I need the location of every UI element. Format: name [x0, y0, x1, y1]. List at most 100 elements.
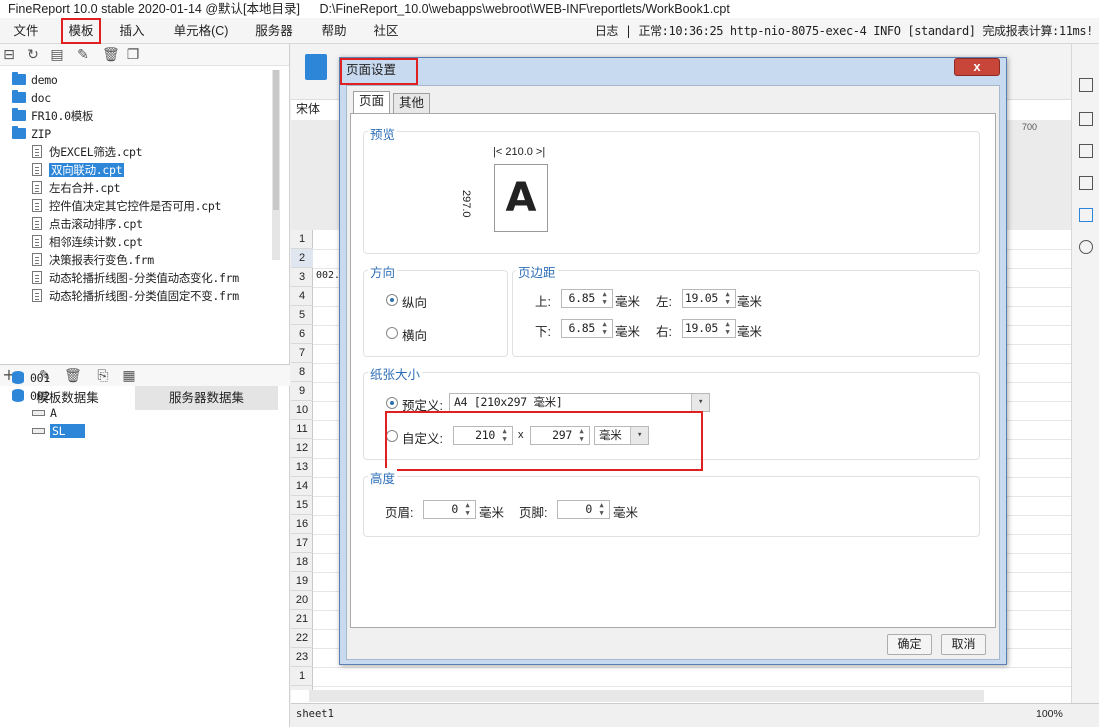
- cell-b2[interactable]: 002.: [316, 270, 340, 281]
- refresh-icon[interactable]: ↻: [26, 48, 40, 62]
- landscape-radio[interactable]: [386, 327, 398, 339]
- tree-file[interactable]: 点击滚动排序.cpt: [32, 215, 143, 233]
- tree-file[interactable]: 相邻连续计数.cpt: [32, 233, 143, 251]
- log-status[interactable]: 日志 | 正常:10:36:25 http-nio-8075-exec-4 IN…: [595, 18, 1094, 44]
- row-number[interactable]: 1: [291, 667, 313, 686]
- row-number[interactable]: 13: [291, 458, 313, 477]
- menu-template[interactable]: 模板: [61, 18, 101, 44]
- menu-community[interactable]: 社区: [366, 18, 406, 44]
- tree-file[interactable]: 控件值决定其它控件是否可用.cpt: [32, 197, 221, 215]
- report-icon[interactable]: [305, 54, 327, 80]
- row-number[interactable]: 17: [291, 534, 313, 553]
- bottom-margin-input[interactable]: 6.85 ▲ ▼: [561, 319, 613, 338]
- tree-file[interactable]: 双向联动.cpt: [32, 161, 125, 179]
- row-number[interactable]: 7: [291, 344, 313, 363]
- spinner-arrows-icon[interactable]: ▲ ▼: [598, 290, 611, 307]
- font-family-combo[interactable]: 宋体: [296, 100, 332, 118]
- menu-server[interactable]: 服务器: [250, 18, 298, 44]
- dataset-field[interactable]: A: [32, 404, 57, 422]
- tab-server-datasets[interactable]: 服务器数据集: [135, 386, 278, 410]
- cell-attribute-icon[interactable]: [1079, 78, 1093, 92]
- row-number[interactable]: 10: [291, 401, 313, 420]
- widget-icon[interactable]: [1079, 144, 1093, 158]
- row-number[interactable]: 1: [291, 230, 313, 249]
- spinner-arrows-icon[interactable]: ▲ ▼: [461, 501, 474, 518]
- tree-file[interactable]: 左右合并.cpt: [32, 179, 121, 197]
- row-number[interactable]: 23: [291, 648, 313, 667]
- row-number[interactable]: 21: [291, 610, 313, 629]
- row-number[interactable]: 15: [291, 496, 313, 515]
- cancel-button[interactable]: 取消: [941, 634, 986, 655]
- tree-scrollbar[interactable]: [272, 70, 280, 260]
- open-icon[interactable]: ▤: [50, 48, 64, 62]
- row-number[interactable]: 3: [291, 268, 313, 287]
- preview-icon[interactable]: ⎘: [96, 369, 110, 383]
- tree-folder[interactable]: FR10.0模板: [12, 107, 93, 125]
- hyperlink-icon[interactable]: [1079, 240, 1093, 254]
- row-number[interactable]: 9: [291, 382, 313, 401]
- tree-folder[interactable]: doc: [12, 89, 51, 107]
- tree-file[interactable]: 动态轮播折线图-分类值固定不变.frm: [32, 287, 239, 305]
- file-icon: [32, 181, 42, 194]
- element-icon[interactable]: [1079, 208, 1093, 222]
- left-margin-input[interactable]: 19.05 ▲ ▼: [682, 289, 736, 308]
- right-margin-input[interactable]: 19.05 ▲ ▼: [682, 319, 736, 338]
- row-number[interactable]: 14: [291, 477, 313, 496]
- paper-preset-select[interactable]: A4 [210x297 毫米] ▾: [449, 393, 710, 412]
- unit-label: 毫米: [615, 295, 641, 309]
- menu-file[interactable]: 文件: [6, 18, 46, 44]
- row-number[interactable]: 2: [291, 249, 313, 268]
- dataset-item[interactable]: 001: [12, 369, 50, 387]
- edit-icon[interactable]: ✎: [76, 48, 90, 62]
- dataset-field[interactable]: SL: [32, 422, 86, 440]
- spinner-arrows-icon[interactable]: ▲ ▼: [721, 290, 734, 307]
- portrait-radio[interactable]: [386, 294, 398, 306]
- collapse-icon[interactable]: ⊟: [2, 48, 16, 62]
- condition-icon[interactable]: [1079, 176, 1093, 190]
- dialog-close-button[interactable]: x: [954, 58, 1000, 76]
- row-number[interactable]: 5: [291, 306, 313, 325]
- tree-folder[interactable]: demo: [12, 71, 58, 89]
- delete-icon[interactable]: 🗑: [64, 369, 82, 383]
- row-number[interactable]: 6: [291, 325, 313, 344]
- right-margin-label: 右:: [656, 325, 672, 339]
- row-number[interactable]: 16: [291, 515, 313, 534]
- server-dataset-icon[interactable]: ▦: [122, 369, 136, 383]
- top-margin-input[interactable]: 6.85 ▲ ▼: [561, 289, 613, 308]
- horizontal-scrollbar[interactable]: [309, 690, 984, 702]
- tab-other[interactable]: 其他: [393, 93, 431, 114]
- preview-group: [363, 131, 980, 254]
- row-number[interactable]: 20: [291, 591, 313, 610]
- tree-file[interactable]: 决策报表行变色.frm: [32, 251, 154, 269]
- sheet-tab[interactable]: sheet1: [296, 705, 334, 723]
- row-number[interactable]: 19: [291, 572, 313, 591]
- scroll-thumb[interactable]: [273, 70, 279, 210]
- header-height-input[interactable]: 0 ▲ ▼: [423, 500, 476, 519]
- tree-file[interactable]: 动态轮播折线图-分类值动态变化.frm: [32, 269, 239, 287]
- row-number[interactable]: 11: [291, 420, 313, 439]
- ok-button[interactable]: 确定: [887, 634, 932, 655]
- footer-height-input[interactable]: 0 ▲ ▼: [557, 500, 610, 519]
- row-number[interactable]: 18: [291, 553, 313, 572]
- row-number[interactable]: 12: [291, 439, 313, 458]
- tree-folder[interactable]: ZIP: [12, 125, 51, 143]
- delete-icon[interactable]: 🗑: [102, 48, 120, 62]
- menu-bar: 文件 模板 插入 单元格(C) 服务器 帮助 社区 日志 | 正常:10:36:…: [0, 18, 1099, 44]
- spinner-arrows-icon[interactable]: ▲ ▼: [595, 501, 608, 518]
- menu-insert[interactable]: 插入: [112, 18, 152, 44]
- preset-radio[interactable]: [386, 397, 398, 409]
- chevron-down-icon[interactable]: ▾: [691, 394, 709, 411]
- spinner-arrows-icon[interactable]: ▲ ▼: [721, 320, 734, 337]
- tree-file[interactable]: 伪EXCEL筛选.cpt: [32, 143, 143, 161]
- menu-help[interactable]: 帮助: [314, 18, 354, 44]
- row-number[interactable]: 22: [291, 629, 313, 648]
- copy-icon[interactable]: ❐: [126, 48, 140, 62]
- dataset-item[interactable]: 002: [12, 387, 50, 405]
- row-number[interactable]: 8: [291, 363, 313, 382]
- tab-page[interactable]: 页面: [353, 91, 391, 114]
- row-number[interactable]: 4: [291, 287, 313, 306]
- spinner-arrows-icon[interactable]: ▲ ▼: [598, 320, 611, 337]
- menu-cell[interactable]: 单元格(C): [166, 18, 236, 44]
- style-icon[interactable]: [1079, 112, 1093, 126]
- unit-label: 毫米: [737, 325, 763, 339]
